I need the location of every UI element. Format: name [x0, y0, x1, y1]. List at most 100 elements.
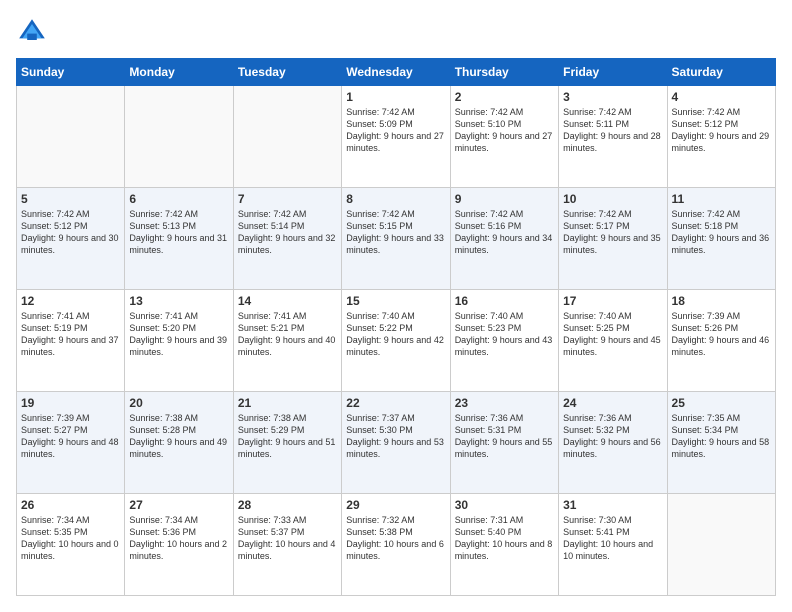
cell-info: Sunrise: 7:42 AMSunset: 5:09 PMDaylight:…: [346, 106, 445, 155]
calendar-cell: 16 Sunrise: 7:40 AMSunset: 5:23 PMDaylig…: [450, 290, 558, 392]
calendar-cell: 13 Sunrise: 7:41 AMSunset: 5:20 PMDaylig…: [125, 290, 233, 392]
cell-info: Sunrise: 7:42 AMSunset: 5:11 PMDaylight:…: [563, 106, 662, 155]
calendar-week-5: 26 Sunrise: 7:34 AMSunset: 5:35 PMDaylig…: [17, 494, 776, 596]
day-number: 26: [21, 498, 120, 512]
day-number: 2: [455, 90, 554, 104]
day-number: 4: [672, 90, 771, 104]
calendar-cell: [233, 86, 341, 188]
calendar-cell: 27 Sunrise: 7:34 AMSunset: 5:36 PMDaylig…: [125, 494, 233, 596]
calendar-week-1: 1 Sunrise: 7:42 AMSunset: 5:09 PMDayligh…: [17, 86, 776, 188]
header-row: SundayMondayTuesdayWednesdayThursdayFrid…: [17, 59, 776, 86]
cell-info: Sunrise: 7:35 AMSunset: 5:34 PMDaylight:…: [672, 412, 771, 461]
cell-info: Sunrise: 7:34 AMSunset: 5:36 PMDaylight:…: [129, 514, 228, 563]
day-number: 17: [563, 294, 662, 308]
day-number: 29: [346, 498, 445, 512]
cell-info: Sunrise: 7:40 AMSunset: 5:23 PMDaylight:…: [455, 310, 554, 359]
day-number: 24: [563, 396, 662, 410]
cell-info: Sunrise: 7:42 AMSunset: 5:13 PMDaylight:…: [129, 208, 228, 257]
calendar-cell: 12 Sunrise: 7:41 AMSunset: 5:19 PMDaylig…: [17, 290, 125, 392]
cell-info: Sunrise: 7:42 AMSunset: 5:10 PMDaylight:…: [455, 106, 554, 155]
day-number: 10: [563, 192, 662, 206]
cell-info: Sunrise: 7:30 AMSunset: 5:41 PMDaylight:…: [563, 514, 662, 563]
col-header-monday: Monday: [125, 59, 233, 86]
calendar-cell: 14 Sunrise: 7:41 AMSunset: 5:21 PMDaylig…: [233, 290, 341, 392]
calendar-cell: 17 Sunrise: 7:40 AMSunset: 5:25 PMDaylig…: [559, 290, 667, 392]
day-number: 27: [129, 498, 228, 512]
day-number: 3: [563, 90, 662, 104]
cell-info: Sunrise: 7:42 AMSunset: 5:12 PMDaylight:…: [672, 106, 771, 155]
day-number: 28: [238, 498, 337, 512]
calendar-cell: 8 Sunrise: 7:42 AMSunset: 5:15 PMDayligh…: [342, 188, 450, 290]
calendar-week-2: 5 Sunrise: 7:42 AMSunset: 5:12 PMDayligh…: [17, 188, 776, 290]
calendar-cell: 25 Sunrise: 7:35 AMSunset: 5:34 PMDaylig…: [667, 392, 775, 494]
header: [16, 16, 776, 48]
day-number: 15: [346, 294, 445, 308]
day-number: 1: [346, 90, 445, 104]
cell-info: Sunrise: 7:34 AMSunset: 5:35 PMDaylight:…: [21, 514, 120, 563]
calendar-week-4: 19 Sunrise: 7:39 AMSunset: 5:27 PMDaylig…: [17, 392, 776, 494]
day-number: 12: [21, 294, 120, 308]
calendar-week-3: 12 Sunrise: 7:41 AMSunset: 5:19 PMDaylig…: [17, 290, 776, 392]
cell-info: Sunrise: 7:36 AMSunset: 5:32 PMDaylight:…: [563, 412, 662, 461]
cell-info: Sunrise: 7:40 AMSunset: 5:25 PMDaylight:…: [563, 310, 662, 359]
col-header-saturday: Saturday: [667, 59, 775, 86]
calendar-cell: 7 Sunrise: 7:42 AMSunset: 5:14 PMDayligh…: [233, 188, 341, 290]
calendar-cell: [17, 86, 125, 188]
calendar-cell: 9 Sunrise: 7:42 AMSunset: 5:16 PMDayligh…: [450, 188, 558, 290]
day-number: 7: [238, 192, 337, 206]
cell-info: Sunrise: 7:42 AMSunset: 5:18 PMDaylight:…: [672, 208, 771, 257]
calendar-cell: 6 Sunrise: 7:42 AMSunset: 5:13 PMDayligh…: [125, 188, 233, 290]
day-number: 9: [455, 192, 554, 206]
calendar-cell: 26 Sunrise: 7:34 AMSunset: 5:35 PMDaylig…: [17, 494, 125, 596]
cell-info: Sunrise: 7:38 AMSunset: 5:28 PMDaylight:…: [129, 412, 228, 461]
calendar-cell: 11 Sunrise: 7:42 AMSunset: 5:18 PMDaylig…: [667, 188, 775, 290]
cell-info: Sunrise: 7:39 AMSunset: 5:27 PMDaylight:…: [21, 412, 120, 461]
cell-info: Sunrise: 7:36 AMSunset: 5:31 PMDaylight:…: [455, 412, 554, 461]
cell-info: Sunrise: 7:41 AMSunset: 5:20 PMDaylight:…: [129, 310, 228, 359]
page: SundayMondayTuesdayWednesdayThursdayFrid…: [0, 0, 792, 612]
calendar-cell: 24 Sunrise: 7:36 AMSunset: 5:32 PMDaylig…: [559, 392, 667, 494]
cell-info: Sunrise: 7:40 AMSunset: 5:22 PMDaylight:…: [346, 310, 445, 359]
calendar-cell: 15 Sunrise: 7:40 AMSunset: 5:22 PMDaylig…: [342, 290, 450, 392]
cell-info: Sunrise: 7:38 AMSunset: 5:29 PMDaylight:…: [238, 412, 337, 461]
calendar-cell: 1 Sunrise: 7:42 AMSunset: 5:09 PMDayligh…: [342, 86, 450, 188]
day-number: 5: [21, 192, 120, 206]
cell-info: Sunrise: 7:39 AMSunset: 5:26 PMDaylight:…: [672, 310, 771, 359]
calendar-cell: [125, 86, 233, 188]
calendar-cell: 29 Sunrise: 7:32 AMSunset: 5:38 PMDaylig…: [342, 494, 450, 596]
calendar-cell: 30 Sunrise: 7:31 AMSunset: 5:40 PMDaylig…: [450, 494, 558, 596]
day-number: 23: [455, 396, 554, 410]
col-header-sunday: Sunday: [17, 59, 125, 86]
calendar-cell: 28 Sunrise: 7:33 AMSunset: 5:37 PMDaylig…: [233, 494, 341, 596]
calendar-cell: 22 Sunrise: 7:37 AMSunset: 5:30 PMDaylig…: [342, 392, 450, 494]
day-number: 25: [672, 396, 771, 410]
col-header-friday: Friday: [559, 59, 667, 86]
col-header-thursday: Thursday: [450, 59, 558, 86]
day-number: 21: [238, 396, 337, 410]
calendar-cell: [667, 494, 775, 596]
day-number: 19: [21, 396, 120, 410]
calendar-cell: 18 Sunrise: 7:39 AMSunset: 5:26 PMDaylig…: [667, 290, 775, 392]
col-header-wednesday: Wednesday: [342, 59, 450, 86]
calendar-cell: 4 Sunrise: 7:42 AMSunset: 5:12 PMDayligh…: [667, 86, 775, 188]
cell-info: Sunrise: 7:41 AMSunset: 5:21 PMDaylight:…: [238, 310, 337, 359]
day-number: 22: [346, 396, 445, 410]
cell-info: Sunrise: 7:41 AMSunset: 5:19 PMDaylight:…: [21, 310, 120, 359]
day-number: 16: [455, 294, 554, 308]
cell-info: Sunrise: 7:42 AMSunset: 5:12 PMDaylight:…: [21, 208, 120, 257]
day-number: 13: [129, 294, 228, 308]
logo: [16, 16, 52, 48]
calendar-cell: 3 Sunrise: 7:42 AMSunset: 5:11 PMDayligh…: [559, 86, 667, 188]
cell-info: Sunrise: 7:42 AMSunset: 5:15 PMDaylight:…: [346, 208, 445, 257]
calendar-cell: 21 Sunrise: 7:38 AMSunset: 5:29 PMDaylig…: [233, 392, 341, 494]
cell-info: Sunrise: 7:42 AMSunset: 5:17 PMDaylight:…: [563, 208, 662, 257]
logo-icon: [16, 16, 48, 48]
day-number: 14: [238, 294, 337, 308]
cell-info: Sunrise: 7:32 AMSunset: 5:38 PMDaylight:…: [346, 514, 445, 563]
calendar-cell: 2 Sunrise: 7:42 AMSunset: 5:10 PMDayligh…: [450, 86, 558, 188]
day-number: 6: [129, 192, 228, 206]
cell-info: Sunrise: 7:31 AMSunset: 5:40 PMDaylight:…: [455, 514, 554, 563]
cell-info: Sunrise: 7:33 AMSunset: 5:37 PMDaylight:…: [238, 514, 337, 563]
calendar-cell: 23 Sunrise: 7:36 AMSunset: 5:31 PMDaylig…: [450, 392, 558, 494]
col-header-tuesday: Tuesday: [233, 59, 341, 86]
